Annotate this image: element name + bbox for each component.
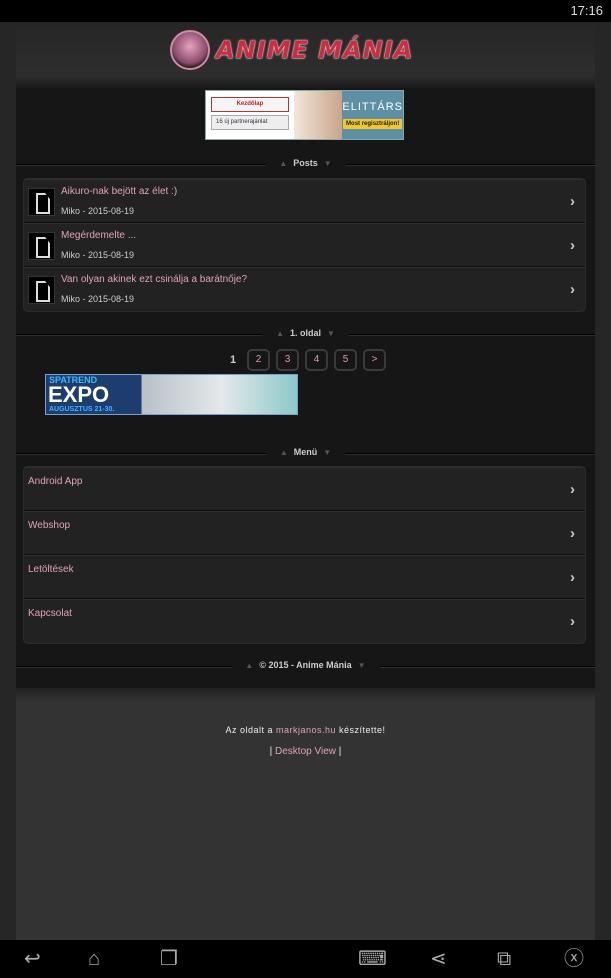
document-icon [28, 188, 55, 216]
separator: | [338, 746, 342, 757]
triangle-down-icon: ▼ [357, 661, 366, 670]
recent-apps-icon[interactable]: ❐ [160, 948, 178, 970]
site-logo[interactable]: ANIME MÁNIA [170, 30, 413, 70]
chevron-right-icon: › [570, 237, 575, 254]
pagination: 1 2 3 4 5 > [225, 349, 386, 371]
page-3-button[interactable]: 3 [276, 349, 299, 371]
clock: 17:16 [570, 3, 603, 18]
post-meta: Miko - 2015-08-19 [61, 250, 135, 260]
android-nav-bar: ↩ ⌂ ❐ ⌨ ⋖ ⧉ ⓧ [0, 940, 611, 978]
triangle-up-icon: ▲ [279, 448, 288, 457]
menu-item-label: Webshop [28, 520, 71, 531]
window-icon[interactable]: ⧉ [497, 948, 511, 970]
footer: Az oldalt a markjanos.hu készítette! | D… [16, 688, 595, 940]
page-current: 1 [229, 354, 237, 366]
menu-item-label: Kapcsolat [28, 608, 72, 619]
keyboard-icon[interactable]: ⌨ [358, 948, 387, 970]
logo-text: ANIME MÁNIA [216, 36, 414, 64]
banner-ad-elittars[interactable]: Kezdőlap 16 új partnerajánlat ELITTÁRS M… [205, 90, 404, 140]
page-divider: ▲ 1. oldal ▼ [16, 328, 595, 340]
document-icon [28, 276, 55, 304]
chevron-right-icon: › [570, 613, 575, 630]
desktop-view-row: | Desktop View | [16, 746, 595, 757]
menu-divider: ▲ Menü ▼ [16, 447, 595, 459]
chevron-right-icon: › [570, 569, 575, 586]
credit-pre: Az oldalt a [225, 725, 273, 735]
home-icon[interactable]: ⌂ [88, 948, 100, 970]
posts-divider: ▲ Posts ▼ [16, 158, 595, 170]
chevron-right-icon: › [570, 525, 575, 542]
posts-heading: Posts [293, 158, 318, 168]
share-icon[interactable]: ⋖ [430, 948, 447, 970]
post-title: Aikuro-nak bejött az élet :) [61, 186, 178, 197]
posts-list: Aikuro-nak bejött az élet :) Miko - 2015… [23, 178, 586, 312]
document-icon [28, 232, 55, 260]
site-header: ANIME MÁNIA [16, 22, 595, 88]
menu-item-downloads[interactable]: Letöltések › [24, 555, 585, 599]
triangle-down-icon: ▼ [327, 329, 335, 338]
ad-line3: AUGUSZTUS 21-30. [49, 406, 115, 413]
page-4-button[interactable]: 4 [305, 349, 328, 371]
menu-item-contact[interactable]: Kapcsolat › [24, 599, 585, 643]
menu-item-android-app[interactable]: Android App › [24, 467, 585, 511]
post-meta: Miko - 2015-08-19 [61, 206, 135, 216]
copyright: © 2015 - Anime Mánia [259, 660, 352, 670]
post-item[interactable]: Van olyan akinek ezt csinálja a barátnőj… [24, 267, 585, 311]
next-page-button[interactable]: > [363, 349, 386, 371]
menu-item-label: Android App [28, 476, 83, 487]
post-title: Van olyan akinek ezt csinálja a barátnőj… [61, 274, 248, 285]
status-bar: 17:16 [0, 0, 611, 22]
credit-post: készítette! [339, 725, 386, 735]
banner-home-button: Kezdőlap [211, 97, 289, 112]
ad-line2: EXPO [48, 382, 110, 407]
menu-item-label: Letöltések [28, 564, 74, 575]
banner-cta: Most regisztráljon! [343, 119, 403, 129]
separator: | [269, 746, 273, 757]
back-icon[interactable]: ↩ [24, 948, 41, 970]
post-meta: Miko - 2015-08-19 [61, 294, 135, 304]
chevron-right-icon: › [570, 481, 575, 498]
triangle-up-icon: ▲ [279, 159, 288, 168]
post-item[interactable]: Megérdemelte ... Miko - 2015-08-19 › [24, 223, 585, 267]
close-icon[interactable]: ⓧ [564, 948, 584, 970]
post-title: Megérdemelte ... [61, 230, 137, 241]
copyright-divider: ▲ © 2015 - Anime Mánia ▼ [16, 660, 595, 672]
triangle-up-icon: ▲ [245, 661, 254, 670]
credit-text: Az oldalt a markjanos.hu készítette! [16, 725, 595, 735]
menu-heading: Menü [293, 447, 318, 457]
banner-photo [293, 91, 343, 139]
page-2-button[interactable]: 2 [247, 349, 270, 371]
menu-item-webshop[interactable]: Webshop › [24, 511, 585, 555]
banner-ad-spatrend[interactable]: SPATREND EXPO AUGUSZTUS 21-30. [45, 374, 298, 415]
triangle-down-icon: ▼ [323, 159, 332, 168]
content: Kezdőlap 16 új partnerajánlat ELITTÁRS M… [16, 88, 595, 688]
credit-link[interactable]: markjanos.hu [276, 725, 336, 735]
banner-offers-button: 16 új partnerajánlat [211, 115, 289, 130]
page-5-button[interactable]: 5 [334, 349, 357, 371]
post-item[interactable]: Aikuro-nak bejött az élet :) Miko - 2015… [24, 179, 585, 223]
triangle-up-icon: ▲ [276, 329, 284, 338]
logo-avatar-icon [170, 30, 210, 70]
chevron-right-icon: › [570, 193, 575, 210]
page-heading: 1. oldal [289, 328, 322, 338]
menu-list: Android App › Webshop › Letöltések › Kapcso… [23, 466, 586, 644]
page: ANIME MÁNIA Kezdőlap 16 új partnerajánla… [16, 22, 595, 940]
banner-brand: ELITTÁRS [342, 101, 403, 113]
triangle-down-icon: ▼ [323, 448, 332, 457]
desktop-view-link[interactable]: Desktop View [275, 746, 336, 757]
chevron-right-icon: › [570, 281, 575, 298]
